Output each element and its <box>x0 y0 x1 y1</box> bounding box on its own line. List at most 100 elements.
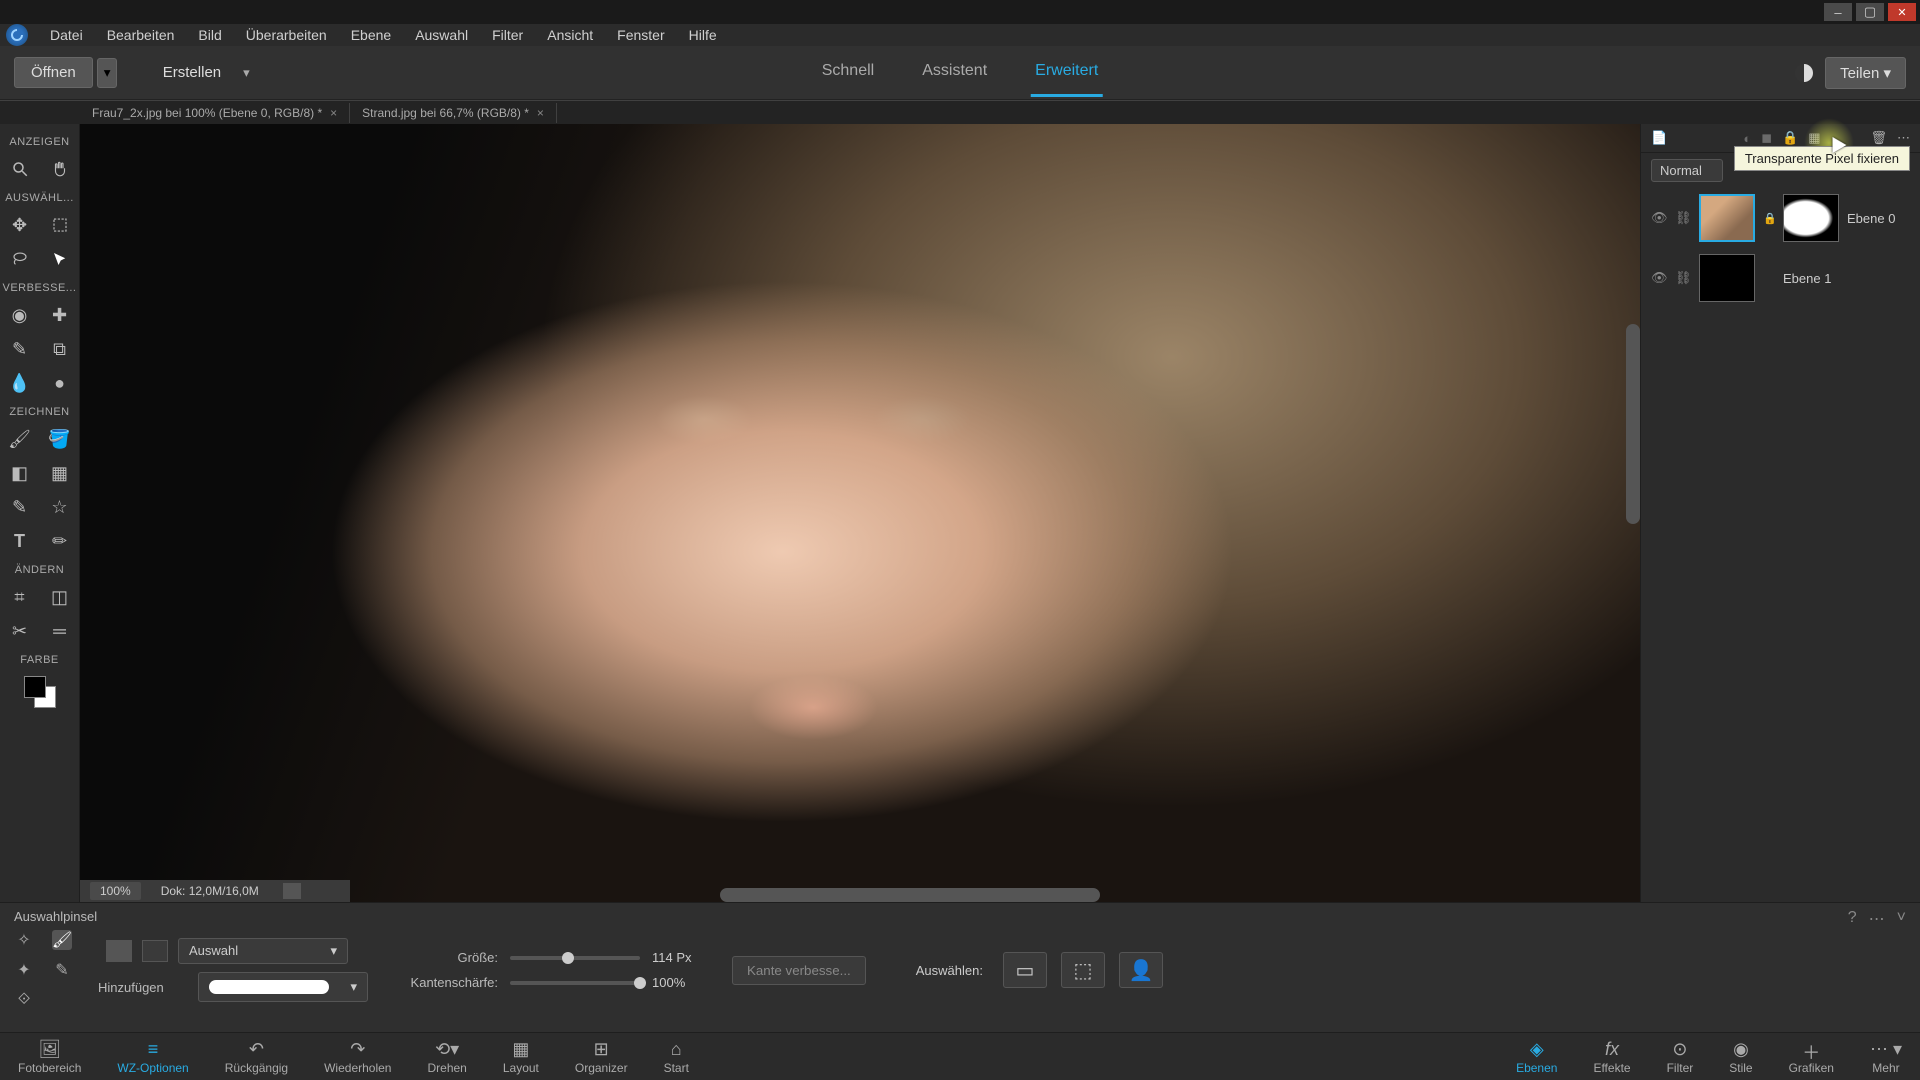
open-button[interactable]: Öffnen <box>14 57 93 88</box>
create-button[interactable]: Erstellen <box>147 58 237 87</box>
menu-bild[interactable]: Bild <box>186 25 233 45</box>
brush-preset-dropdown[interactable]: ▾ <box>198 972 368 1002</box>
layer-visibility-icon[interactable]: 👁 <box>1651 210 1667 226</box>
mask-layer-icon[interactable]: ◼ <box>1761 130 1772 146</box>
layer-mask-thumbnail-0[interactable] <box>1783 194 1839 242</box>
bb-fotobereich[interactable]: 🖼Fotobereich <box>0 1039 99 1075</box>
delete-layer-icon[interactable]: 🗑 <box>1870 130 1887 146</box>
size-value[interactable]: 114 Px <box>652 950 712 965</box>
bb-filter[interactable]: ⊙Filter <box>1649 1039 1712 1075</box>
menu-datei[interactable]: Datei <box>38 25 95 45</box>
blend-mode-select[interactable]: Normal <box>1651 159 1723 182</box>
layer-row-0[interactable]: 👁 ⛓ 🔒 Ebene 0 <box>1641 188 1920 248</box>
move-tool-icon[interactable]: ✥ <box>9 214 31 236</box>
bb-grafiken[interactable]: ＋Grafiken <box>1771 1039 1852 1075</box>
menu-auswahl[interactable]: Auswahl <box>403 25 480 45</box>
hardness-slider-knob[interactable] <box>634 977 646 989</box>
tab-erweitert[interactable]: Erweitert <box>1031 48 1102 97</box>
share-button[interactable]: Teilen ▾ <box>1825 57 1906 89</box>
variant-quickselect-icon[interactable]: ✧ <box>14 930 34 950</box>
bb-effekte[interactable]: fxEffekte <box>1575 1039 1648 1075</box>
zoom-level[interactable]: 100% <box>90 882 141 900</box>
layer-link-icon[interactable]: ⛓ <box>1675 270 1691 286</box>
redeye-tool-icon[interactable]: ◉ <box>9 304 31 326</box>
straighten-tool-icon[interactable]: ═ <box>49 620 71 642</box>
size-slider[interactable] <box>510 956 640 960</box>
menu-filter[interactable]: Filter <box>480 25 535 45</box>
variant-magicwand-icon[interactable]: ✦ <box>14 960 34 980</box>
layer-thumbnail-1[interactable] <box>1699 254 1755 302</box>
theme-toggle-icon[interactable] <box>1795 64 1813 82</box>
canvas-vertical-scrollbar[interactable] <box>1626 324 1640 524</box>
lock-transparency-icon[interactable]: ▦ <box>1808 130 1820 146</box>
bb-organizer[interactable]: ⊞Organizer <box>557 1039 646 1075</box>
tab-schnell[interactable]: Schnell <box>818 48 878 97</box>
layer-row-1[interactable]: 👁 ⛓ Ebene 1 <box>1641 248 1920 308</box>
refine-edge-button[interactable]: Kante verbesse... <box>732 956 866 985</box>
quick-select-tool-icon[interactable] <box>49 248 71 270</box>
select-background-icon[interactable]: ⬚ <box>1061 952 1105 988</box>
layer-visibility-icon[interactable]: 👁 <box>1651 270 1667 286</box>
bb-wiederholen[interactable]: ↷Wiederholen <box>306 1039 409 1075</box>
doctab-close-0[interactable]: × <box>330 106 337 120</box>
document-tab-0[interactable]: Frau7_2x.jpg bei 100% (Ebene 0, RGB/8) *… <box>80 103 350 123</box>
gradient-tool-icon[interactable]: ▦ <box>49 462 71 484</box>
lock-layer-icon[interactable]: 🔒 <box>1782 130 1798 146</box>
bb-wz-optionen[interactable]: ≡WZ-Optionen <box>99 1039 206 1075</box>
menu-ueberarbeiten[interactable]: Überarbeiten <box>234 25 339 45</box>
hand-tool-icon[interactable] <box>49 158 71 180</box>
size-slider-knob[interactable] <box>562 952 574 964</box>
options-menu-icon[interactable]: ⋯ <box>1869 909 1885 929</box>
menu-fenster[interactable]: Fenster <box>605 25 676 45</box>
window-minimize-button[interactable]: – <box>1824 3 1852 21</box>
docstats-dropdown-icon[interactable] <box>283 883 301 899</box>
pencil-tool-icon[interactable]: ✏ <box>49 530 71 552</box>
eraser-tool-icon[interactable]: ◧ <box>9 462 31 484</box>
new-layer-icon[interactable]: 📄 <box>1651 130 1667 146</box>
bb-layout[interactable]: ▦Layout <box>485 1039 557 1075</box>
hardness-slider[interactable] <box>510 981 640 985</box>
variant-autoselect-icon[interactable]: ⟐ <box>14 990 34 1010</box>
menu-ebene[interactable]: Ebene <box>339 25 403 45</box>
variant-refine-icon[interactable]: ✎ <box>52 960 72 980</box>
select-sky-icon[interactable]: 👤 <box>1119 952 1163 988</box>
menu-ansicht[interactable]: Ansicht <box>535 25 605 45</box>
marquee-tool-icon[interactable] <box>49 214 71 236</box>
zoom-tool-icon[interactable] <box>9 158 31 180</box>
open-dropdown-button[interactable]: ▾ <box>97 58 117 88</box>
panel-menu-icon[interactable]: ⋯ <box>1897 130 1910 146</box>
color-swatch[interactable] <box>24 676 56 708</box>
brush-view-new-icon[interactable] <box>106 940 132 962</box>
bb-drehen[interactable]: ⟲▾Drehen <box>409 1039 484 1075</box>
variant-selectionbrush-icon[interactable]: 🖌 <box>52 930 72 950</box>
recompose-tool-icon[interactable]: ◫ <box>49 586 71 608</box>
menu-bearbeiten[interactable]: Bearbeiten <box>95 25 187 45</box>
hardness-value[interactable]: 100% <box>652 975 712 990</box>
window-maximize-button[interactable]: ▢ <box>1856 3 1884 21</box>
help-icon[interactable]: ? <box>1848 909 1857 929</box>
bb-ebenen[interactable]: ◈Ebenen <box>1498 1039 1575 1075</box>
menu-hilfe[interactable]: Hilfe <box>677 25 729 45</box>
bb-start[interactable]: ⌂Start <box>646 1039 707 1075</box>
text-tool-icon[interactable]: T <box>9 530 31 552</box>
bb-rueckgaengig[interactable]: ↶Rückgängig <box>207 1039 306 1075</box>
smartbrush-tool-icon[interactable]: ✎ <box>9 338 31 360</box>
lasso-tool-icon[interactable] <box>9 248 31 270</box>
foreground-color-swatch[interactable] <box>24 676 46 698</box>
document-tab-1[interactable]: Strand.jpg bei 66,7% (RGB/8) *× <box>350 103 557 123</box>
create-chevron-icon[interactable]: ▾ <box>243 65 250 81</box>
canvas-horizontal-scrollbar[interactable] <box>720 888 1100 902</box>
brush-tool-icon[interactable]: 🖌 <box>9 428 31 450</box>
window-close-button[interactable]: ✕ <box>1888 3 1916 21</box>
canvas-area[interactable]: 100% Dok: 12,0M/16,0M <box>80 124 1640 902</box>
layer-thumbnail-0[interactable] <box>1699 194 1755 242</box>
layer-link-icon[interactable]: ⛓ <box>1675 210 1691 226</box>
blur-tool-icon[interactable]: 💧 <box>9 372 31 394</box>
clone-tool-icon[interactable]: ⧉ <box>49 338 71 360</box>
adjust-layer-icon[interactable]: ◐ <box>1743 131 1751 146</box>
brush-view-overlay-icon[interactable] <box>142 940 168 962</box>
healing-tool-icon[interactable]: ✚ <box>49 304 71 326</box>
bucket-tool-icon[interactable]: 🪣 <box>49 428 71 450</box>
sponge-tool-icon[interactable]: ● <box>49 372 71 394</box>
eyedropper-tool-icon[interactable]: ✎ <box>9 496 31 518</box>
